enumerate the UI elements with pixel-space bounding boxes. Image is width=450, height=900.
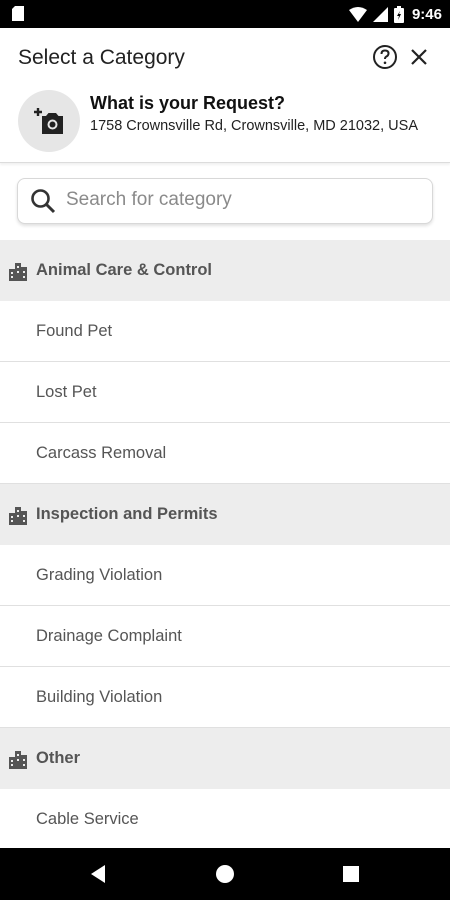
section-header-inspection-permits: Inspection and Permits	[0, 484, 450, 545]
request-question: What is your Request?	[90, 93, 286, 113]
add-photo-icon	[34, 108, 63, 134]
list-item-lost-pet[interactable]: Lost Pet	[0, 362, 450, 423]
list-item-label: Building Violation	[36, 687, 163, 706]
list-item-carcass-removal[interactable]: Carcass Removal	[0, 423, 450, 484]
battery-icon	[393, 5, 404, 23]
list-item-drainage-complaint[interactable]: Drainage Complaint	[0, 606, 450, 667]
section-header-other: Other	[0, 728, 450, 789]
building-icon	[9, 750, 27, 769]
section-header-label: Inspection and Permits	[36, 505, 218, 523]
building-icon	[9, 262, 27, 281]
close-icon[interactable]	[406, 44, 432, 70]
help-icon[interactable]	[372, 44, 398, 70]
recents-icon[interactable]	[339, 862, 363, 886]
back-icon[interactable]	[87, 862, 111, 886]
request-address: 1758 Crownsville Rd, Crownsville, MD 210…	[90, 118, 418, 134]
search-icon	[31, 189, 56, 214]
list-item-label: Grading Violation	[36, 565, 163, 584]
section-header-label: Animal Care & Control	[36, 261, 213, 279]
add-photo-button[interactable]	[18, 90, 80, 152]
section-header-label: Other	[36, 749, 81, 767]
page-title: Select a Category	[18, 46, 185, 69]
list-item-cable-service[interactable]: Cable Service	[0, 789, 450, 850]
sd-card-icon	[12, 6, 24, 21]
list-item-label: Cable Service	[36, 809, 139, 828]
home-icon[interactable]	[213, 862, 237, 886]
wifi-icon	[348, 6, 367, 22]
list-item-label: Lost Pet	[36, 382, 97, 401]
list-item-label: Carcass Removal	[36, 443, 167, 462]
list-item-found-pet[interactable]: Found Pet	[0, 301, 450, 362]
category-list: Animal Care & Control Found Pet Lost Pet…	[0, 240, 450, 850]
status-bar: 9:46	[0, 0, 450, 28]
section-header-animal-care: Animal Care & Control	[0, 240, 450, 301]
search-box[interactable]	[17, 178, 433, 224]
list-item-grading-violation[interactable]: Grading Violation	[0, 545, 450, 606]
list-item-label: Found Pet	[36, 321, 113, 340]
cell-signal-icon	[372, 6, 388, 22]
building-icon	[9, 506, 27, 525]
list-item-label: Drainage Complaint	[36, 626, 182, 645]
app-bar: Select a Category	[0, 28, 450, 90]
status-time: 9:46	[411, 5, 442, 23]
search-input[interactable]	[66, 179, 416, 221]
request-header: What is your Request? 1758 Crownsville R…	[0, 90, 450, 163]
list-item-building-violation[interactable]: Building Violation	[0, 667, 450, 728]
navigation-bar	[0, 848, 450, 900]
